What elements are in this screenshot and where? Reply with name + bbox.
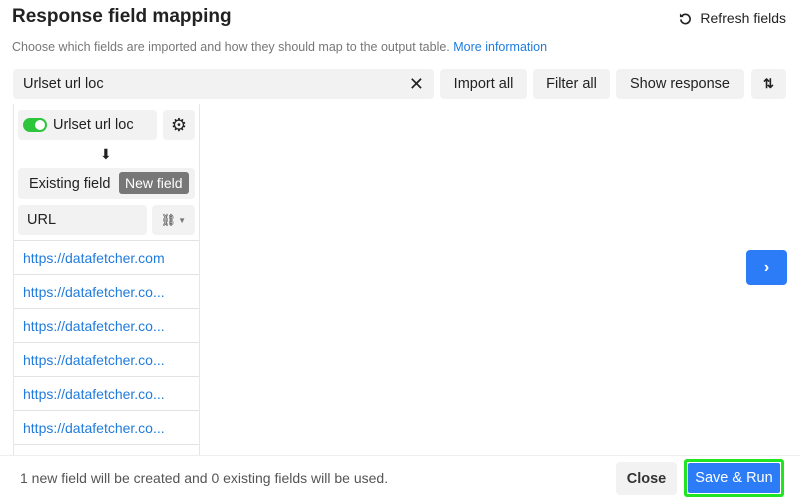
value-row: https://datafetcher.co... (14, 274, 199, 308)
field-settings-button[interactable]: ⚙ (163, 110, 195, 140)
import-all-button[interactable]: Import all (440, 69, 527, 99)
footer-status: 1 new field will be created and 0 existi… (20, 470, 389, 486)
description: Choose which fields are imported and how… (12, 40, 547, 54)
search-value: Urlset url loc (23, 76, 104, 92)
value-row: https://datafetcher.com (14, 240, 199, 274)
chevron-right-icon: › (763, 258, 770, 276)
search-input[interactable]: Urlset url loc ✕ (13, 69, 434, 99)
clear-icon[interactable]: ✕ (409, 74, 424, 95)
more-information-link[interactable]: More information (453, 40, 547, 54)
mode-selector: Existing field New field (18, 168, 195, 199)
output-field-name-input[interactable]: URL (18, 205, 147, 235)
show-response-button[interactable]: Show response (616, 69, 744, 99)
existing-field-option[interactable]: Existing field (29, 176, 110, 192)
link-type-dropdown[interactable]: ⛓ ▼ (152, 205, 195, 235)
refresh-fields-button[interactable]: Refresh fields (679, 10, 786, 26)
field-enabled-toggle[interactable] (23, 118, 47, 132)
filter-all-button[interactable]: Filter all (533, 69, 610, 99)
arrow-down-icon: ⬇ (100, 146, 112, 162)
field-name-chip: Urlset url loc (18, 110, 157, 140)
value-row: https://datafetcher.co... (14, 376, 199, 410)
save-run-focus: Save & Run (684, 459, 784, 497)
chevron-down-icon: ▼ (178, 215, 187, 225)
gear-icon: ⚙ (170, 114, 188, 135)
page-title: Response field mapping (12, 6, 232, 27)
field-column: Urlset url loc ⚙ ⬇ Existing field New fi… (13, 104, 200, 456)
new-field-option[interactable]: New field (119, 172, 189, 194)
value-row: https://datafetcher.co... (14, 308, 199, 342)
save-run-button[interactable]: Save & Run (688, 463, 780, 493)
sort-button[interactable]: ⇅ (751, 69, 786, 99)
sort-icon: ⇅ (763, 76, 774, 91)
value-row: https://datafetcher.co... (14, 342, 199, 376)
footer-divider (0, 455, 800, 456)
link-icon: ⛓ (160, 213, 177, 227)
value-row: https://datafetcher.co... (14, 410, 199, 444)
refresh-fields-label: Refresh fields (700, 10, 786, 26)
field-name: Urlset url loc (53, 117, 134, 133)
close-button[interactable]: Close (616, 462, 677, 495)
next-field-button[interactable]: › (746, 250, 787, 285)
description-text: Choose which fields are imported and how… (12, 40, 450, 54)
refresh-icon (680, 12, 692, 24)
